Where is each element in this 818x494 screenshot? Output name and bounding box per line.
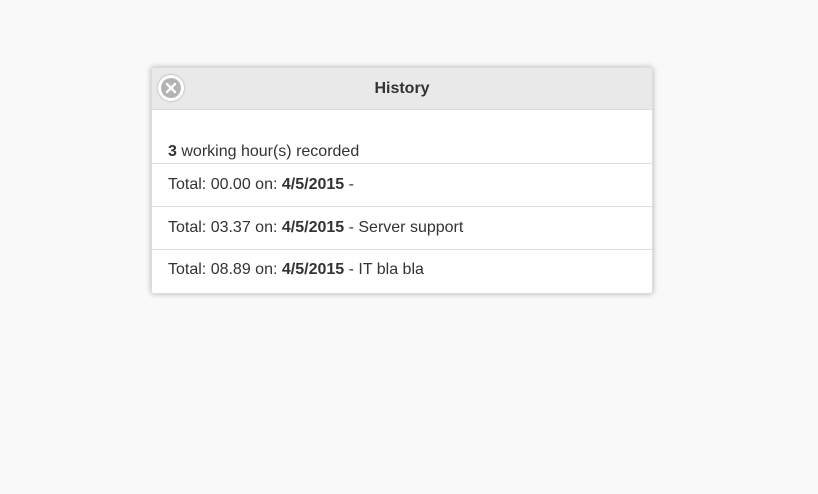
total-prefix: Total: [168, 176, 211, 193]
entry-description: IT bla bla [358, 261, 424, 278]
separator: - [344, 261, 359, 278]
close-button[interactable] [158, 75, 184, 101]
on-label: on: [250, 261, 282, 278]
total-prefix: Total: [168, 261, 211, 278]
on-label: on: [250, 176, 282, 193]
hours-summary-text: working hour(s) recorded [181, 143, 360, 160]
close-icon [161, 78, 181, 98]
list-item[interactable]: Total: 08.89 on: 4/5/2015 - IT bla bla [152, 250, 652, 293]
total-value: 00.00 [210, 176, 251, 193]
list-item[interactable]: Total: 03.37 on: 4/5/2015 - Server suppo… [152, 207, 652, 250]
entry-date: 4/5/2015 [281, 176, 345, 193]
history-dialog: History 3 working hour(s) recorded Total… [151, 67, 653, 294]
total-value: 08.89 [210, 261, 251, 278]
hours-summary: 3 working hour(s) recorded [152, 110, 652, 164]
dialog-content: 3 working hour(s) recorded Total: 00.00 … [152, 110, 652, 293]
total-prefix: Total: [168, 219, 211, 236]
entry-date: 4/5/2015 [281, 261, 345, 278]
dialog-title: History [374, 79, 430, 97]
separator: - [344, 219, 359, 236]
entry-date: 4/5/2015 [281, 219, 345, 236]
hours-count: 3 [168, 143, 177, 160]
on-label: on: [250, 219, 282, 236]
list-item[interactable]: Total: 00.00 on: 4/5/2015 - [152, 164, 652, 207]
total-value: 03.37 [210, 219, 251, 236]
separator: - [344, 176, 354, 193]
dialog-header: History [152, 68, 652, 110]
entry-description: Server support [358, 219, 464, 236]
